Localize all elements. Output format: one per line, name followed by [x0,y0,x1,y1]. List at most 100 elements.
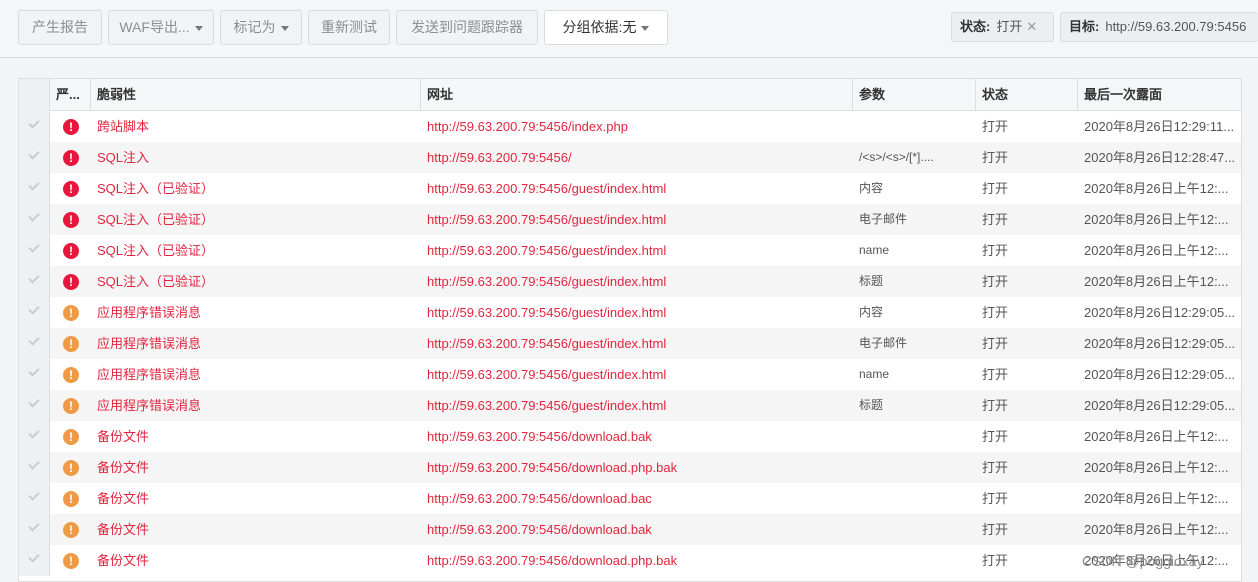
column-header-parameter[interactable]: 参数 [853,79,976,111]
vulnerability-url[interactable]: http://59.63.200.79:5456/guest/index.htm… [421,390,853,421]
vulnerability-name: 应用程序错误消息 [97,336,202,351]
row-checkbox[interactable] [19,266,50,297]
last-seen: 2020年8月26日上午12:... [1084,460,1229,475]
table-row[interactable]: ! 备份文件 http://59.63.200.79:5456/download.b… [19,514,1241,545]
send-to-issue-tracker-button[interactable]: 发送到问题跟踪器 [396,10,538,45]
last-seen: 2020年8月26日12:29:05... [1084,367,1236,382]
table-row[interactable]: ! 应用程序错误消息 http://59.63.200.79:5456/guest/… [19,359,1241,390]
severity-cell: ! [50,359,91,390]
vulnerability-url[interactable]: http://59.63.200.79:5456/download.bak [421,514,853,545]
parameter [853,111,976,142]
severity-cell: ! [50,452,91,483]
vulnerability-url[interactable]: http://59.63.200.79:5456/download.bak [421,421,853,452]
close-icon[interactable]: ✕ [1026,19,1037,34]
check-icon [28,241,40,253]
column-header-last-seen[interactable]: 最后一次露面 [1078,79,1241,111]
table-row[interactable]: ! 应用程序错误消息 http://59.63.200.79:5456/guest/… [19,297,1241,328]
check-icon [28,117,40,129]
vulnerability-url[interactable]: http://59.63.200.79:5456/guest/index.htm… [421,204,853,235]
column-header-status[interactable]: 状态 [976,79,1078,111]
status: 打开 [982,181,1009,196]
vulnerability-url[interactable]: http://59.63.200.79:5456/guest/index.htm… [421,328,853,359]
target-filter-value: http://59.63.200.79:5456 [1105,19,1247,34]
group-by-label: 分组依据: [562,19,623,35]
vulnerability-url[interactable]: http://59.63.200.79:5456/guest/index.htm… [421,173,853,204]
status: 打开 [982,150,1009,165]
table-row[interactable]: ! 备份文件 http://59.63.200.79:5456/download.p… [19,452,1241,483]
row-checkbox[interactable] [19,421,50,452]
retest-button[interactable]: 重新测试 [308,10,390,45]
row-checkbox[interactable] [19,514,50,545]
vulnerability-url[interactable]: http://59.63.200.79:5456/guest/index.htm… [421,359,853,390]
check-icon [28,272,40,284]
severity-cell: ! [50,483,91,514]
target-filter-tag[interactable]: 目标: http://59.63.200.79:5456 [1060,12,1258,42]
row-checkbox[interactable] [19,545,50,576]
status: 打开 [982,522,1009,537]
table-row[interactable]: ! SQL注入（已验证） http://59.63.200.79:5456/gues… [19,266,1241,297]
generate-report-button[interactable]: 产生报告 [18,10,102,45]
check-icon [28,365,40,377]
table-row[interactable]: ! 备份文件 http://59.63.200.79:5456/download.p… [19,545,1241,576]
vulnerability-url[interactable]: http://59.63.200.79:5456/ [421,142,853,173]
vulnerability-name: 备份文件 [97,553,150,568]
mark-as-button[interactable]: 标记为 [220,10,302,45]
row-checkbox[interactable] [19,452,50,483]
severity-cell: ! [50,142,91,173]
vulnerability-name: 备份文件 [97,429,150,444]
severity-cell: ! [50,204,91,235]
table-row[interactable]: ! 应用程序错误消息 http://59.63.200.79:5456/guest/… [19,328,1241,359]
status: 打开 [982,336,1009,351]
row-checkbox[interactable] [19,390,50,421]
severity-cell: ! [50,297,91,328]
table-row[interactable]: ! 应用程序错误消息 http://59.63.200.79:5456/guest/… [19,390,1241,421]
vulnerability-url[interactable]: http://59.63.200.79:5456/index.php [421,111,853,142]
row-checkbox[interactable] [19,483,50,514]
row-checkbox[interactable] [19,235,50,266]
row-checkbox[interactable] [19,173,50,204]
last-seen: 2020年8月26日上午12:... [1084,491,1229,506]
row-checkbox[interactable] [19,204,50,235]
vulnerability-url[interactable]: http://59.63.200.79:5456/download.php.ba… [421,545,853,576]
table-row[interactable]: ! SQL注入（已验证） http://59.63.200.79:5456/gues… [19,235,1241,266]
column-header-vulnerability[interactable]: 脆弱性 [91,79,421,111]
parameter: 电子邮件 [859,212,908,226]
status: 打开 [982,305,1009,320]
check-icon [28,210,40,222]
check-icon [28,551,40,563]
last-seen: 2020年8月26日上午12:... [1084,212,1229,227]
row-checkbox[interactable] [19,111,50,142]
vulnerability-url[interactable]: http://59.63.200.79:5456/download.php.ba… [421,452,853,483]
column-header-url[interactable]: 网址 [421,79,853,111]
group-by-dropdown[interactable]: 分组依据:无 [544,10,668,45]
status-filter-label: 状态: [960,19,991,34]
last-seen: 2020年8月26日上午12:... [1084,274,1229,289]
select-all-column[interactable] [19,79,50,111]
vulnerability-url[interactable]: http://59.63.200.79:5456/guest/index.htm… [421,266,853,297]
vulnerability-url[interactable]: http://59.63.200.79:5456/guest/index.htm… [421,235,853,266]
table-row[interactable]: ! 备份文件 http://59.63.200.79:5456/download.b… [19,483,1241,514]
row-checkbox[interactable] [19,297,50,328]
waf-export-button[interactable]: WAF导出... [108,10,214,45]
table-row[interactable]: ! SQL注入（已验证） http://59.63.200.79:5456/gues… [19,204,1241,235]
last-seen: 2020年8月26日上午12:... [1084,429,1229,444]
row-checkbox[interactable] [19,359,50,390]
status-filter-tag[interactable]: 状态: 打开 ✕ [951,12,1054,42]
last-seen: 2020年8月26日12:29:05... [1084,305,1236,320]
table-row[interactable]: ! SQL注入 http://59.63.200.79:5456/ /<s>/<s>/… [19,142,1241,173]
table-row[interactable]: ! SQL注入（已验证） http://59.63.200.79:5456/gues… [19,173,1241,204]
column-header-severity[interactable]: 严... [50,79,91,111]
vulnerability-name: SQL注入（已验证） [97,243,215,258]
parameter: 内容 [859,181,884,195]
vulnerability-table: 严... 脆弱性 网址 参数 状态 最后一次露面 ! 跨站脚本 http://59.… [18,78,1242,582]
vulnerability-url[interactable]: http://59.63.200.79:5456/download.bac [421,483,853,514]
last-seen: 2020年8月26日上午12:... [1084,243,1229,258]
table-row[interactable]: ! 跨站脚本 http://59.63.200.79:5456/index.php 打… [19,111,1241,142]
row-checkbox[interactable] [19,328,50,359]
table-row[interactable]: ! 备份文件 http://59.63.200.79:5456/download.b… [19,421,1241,452]
row-checkbox[interactable] [19,142,50,173]
status: 打开 [982,491,1009,506]
vulnerability-name: 备份文件 [97,522,150,537]
vulnerability-name: SQL注入（已验证） [97,274,215,289]
vulnerability-url[interactable]: http://59.63.200.79:5456/guest/index.htm… [421,297,853,328]
